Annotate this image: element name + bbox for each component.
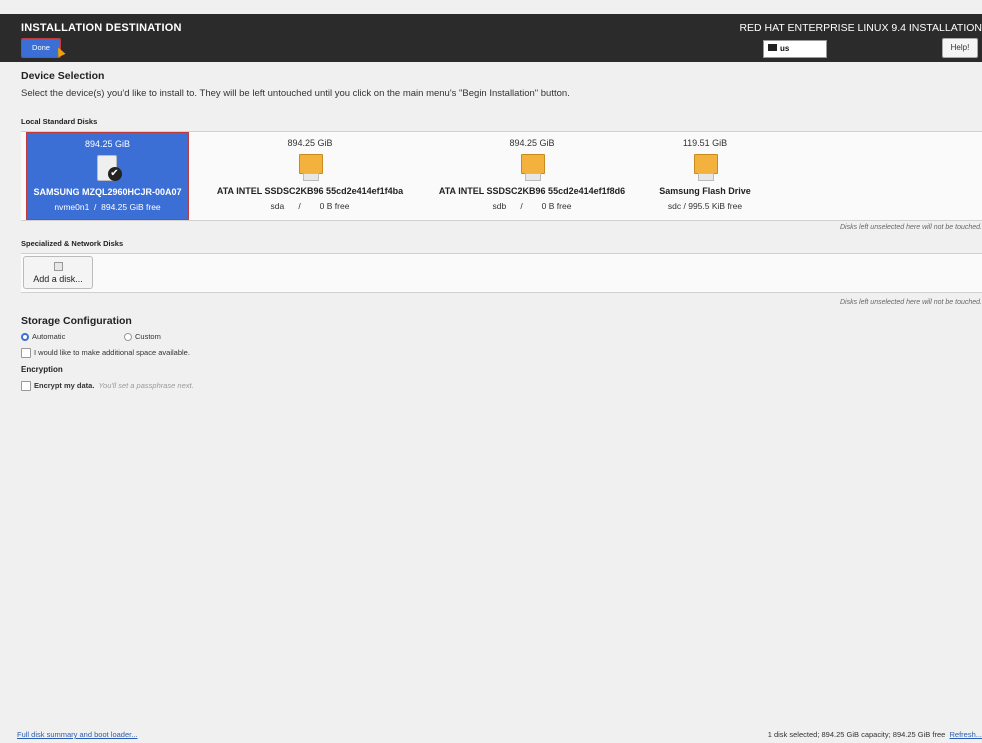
selection-status-text: 1 disk selected; 894.25 GiB capacity; 89… <box>767 730 946 739</box>
disk-size: 894.25 GiB <box>509 138 555 148</box>
disk-size: 894.25 GiB <box>287 138 333 148</box>
network-disks-heading: Specialized & Network Disks <box>21 239 124 248</box>
header-bar: INSTALLATION DESTINATION Done RED HAT EN… <box>0 14 982 62</box>
custom-radio[interactable]: Custom <box>124 332 161 342</box>
device-selection-title: Device Selection <box>21 70 105 82</box>
network-disks-panel <box>21 253 982 293</box>
disk-detail: sdc / 995.5 KiB free <box>667 201 743 211</box>
radio-unselected-icon <box>124 333 132 342</box>
encrypt-checkbox[interactable]: Encrypt my data. You'll set a passphrase … <box>21 381 194 392</box>
local-disks-heading: Local Standard Disks <box>21 117 98 126</box>
add-disk-button[interactable]: Add a disk... <box>23 256 93 289</box>
disk-detail: nvme0n1 / 894.25 GiB free <box>54 202 161 212</box>
product-title: RED HAT ENTERPRISE LINUX 9.4 INSTALLATIO… <box>739 22 982 34</box>
hard-disk-icon <box>694 154 718 181</box>
disk-sdb[interactable]: 894.25 GiB ATA INTEL SSDSC2KB96 55cd2e41… <box>430 132 634 218</box>
encrypt-label: Encrypt my data. <box>34 381 95 390</box>
disk-detail: sda / 0 B free <box>270 201 350 211</box>
hard-disk-icon: ✔ <box>96 155 122 181</box>
disk-size: 894.25 GiB <box>84 139 131 149</box>
custom-label: Custom <box>135 332 161 341</box>
device-selection-description: Select the device(s) you'd like to insta… <box>21 88 570 99</box>
keyboard-icon <box>768 44 777 52</box>
checkbox-icon <box>21 381 31 392</box>
disk-name: SAMSUNG MZQL2960HCJR-00A07 <box>33 187 182 197</box>
additional-space-checkbox[interactable]: I would like to make additional space av… <box>21 348 190 359</box>
disk-name: ATA INTEL SSDSC2KB96 55cd2e414ef1f4ba <box>216 186 404 196</box>
additional-space-label: I would like to make additional space av… <box>34 348 190 357</box>
encrypt-hint: You'll set a passphrase next. <box>98 381 194 390</box>
disk-sda[interactable]: 894.25 GiB ATA INTEL SSDSC2KB96 55cd2e41… <box>208 132 412 218</box>
radio-selected-icon <box>21 333 29 342</box>
checkmark-icon: ✔ <box>107 167 122 181</box>
disk-sdc[interactable]: 119.51 GiB Samsung Flash Drive sdc / 995… <box>652 132 758 218</box>
disk-size: 119.51 GiB <box>682 138 728 148</box>
disk-detail: sdb / 0 B free <box>492 201 572 211</box>
keyboard-layout-indicator[interactable]: us <box>763 40 827 58</box>
disk-name: Samsung Flash Drive <box>659 186 751 196</box>
disk-name: ATA INTEL SSDSC2KB96 55cd2e414ef1f8d6 <box>438 186 626 196</box>
page-title: INSTALLATION DESTINATION <box>21 22 182 34</box>
network-disks-note: Disks left unselected here will not be t… <box>839 299 982 306</box>
refresh-link[interactable]: Refresh... <box>949 730 982 739</box>
help-button[interactable]: Help! <box>942 38 978 58</box>
local-disks-note: Disks left unselected here will not be t… <box>839 224 982 231</box>
storage-configuration-title: Storage Configuration <box>21 315 132 327</box>
checkbox-icon <box>21 348 31 359</box>
disk-nvme0n1[interactable]: 894.25 GiB ✔ SAMSUNG MZQL2960HCJR-00A07 … <box>26 132 189 220</box>
automatic-label: Automatic <box>32 332 66 341</box>
automatic-radio[interactable]: Automatic <box>21 332 66 342</box>
disk-icon <box>53 262 63 271</box>
add-disk-label: Add a disk... <box>33 274 83 284</box>
encryption-heading: Encryption <box>21 365 63 374</box>
full-disk-summary-link[interactable]: Full disk summary and boot loader... <box>17 730 137 739</box>
keyboard-layout-label: us <box>780 44 790 53</box>
hard-disk-icon <box>299 154 323 181</box>
selection-status: 1 disk selected; 894.25 GiB capacity; 89… <box>768 730 982 739</box>
hard-disk-icon <box>521 154 545 181</box>
